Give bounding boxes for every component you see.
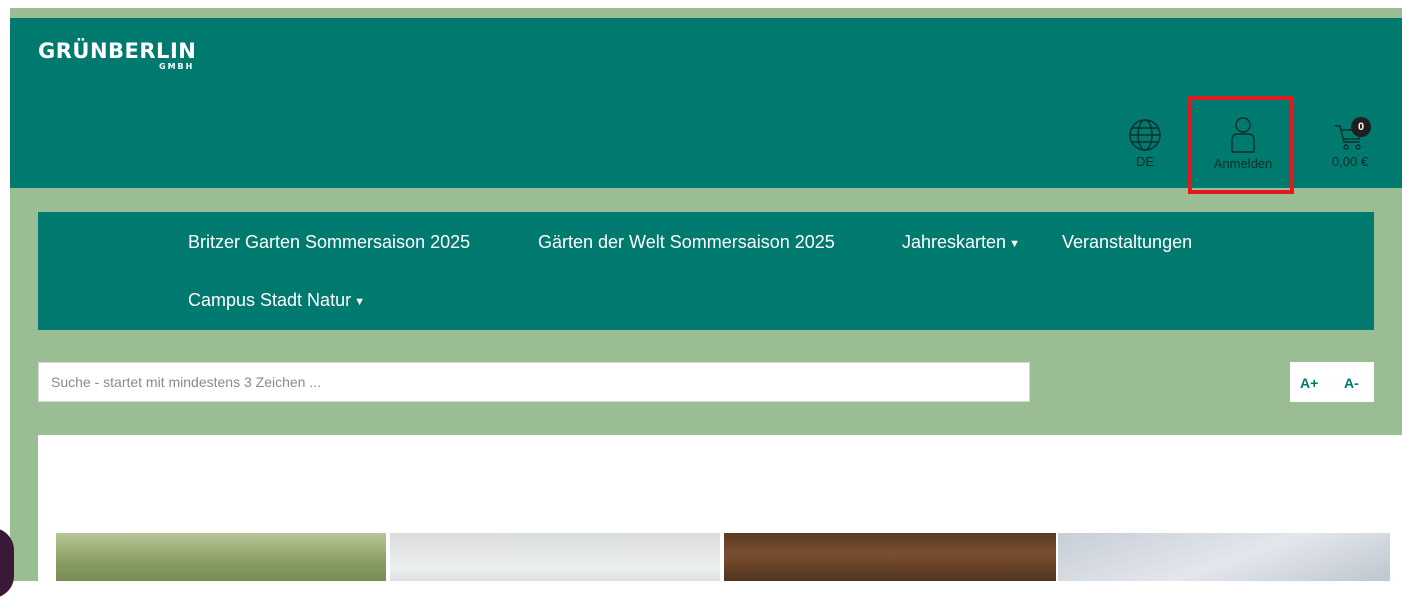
login-label: Anmelden <box>1213 156 1273 171</box>
teaser-image-pavilion[interactable] <box>724 533 1056 581</box>
login-button[interactable]: Anmelden <box>1190 116 1296 171</box>
brand-suffix: GMBH <box>159 62 195 71</box>
page-frame: GRÜNBERLIN GMBH DE Anmelden 0,00 € 0 Bri… <box>10 8 1402 581</box>
nav-item-campus-stadt-natur[interactable]: Campus Stadt Natur ▼ <box>188 290 365 311</box>
globe-icon <box>1120 118 1170 152</box>
nav-item-veranstaltungen[interactable]: Veranstaltungen <box>1062 232 1192 253</box>
teaser-image-sculpture[interactable] <box>1058 533 1390 581</box>
teaser-image-garden[interactable] <box>56 533 386 581</box>
nav-item-label: Britzer Garten Sommersaison 2025 <box>188 232 471 252</box>
cart-count-badge: 0 <box>1351 117 1371 137</box>
brand-name: GRÜNBERLIN <box>38 39 197 63</box>
main-navigation: Britzer Garten Sommersaison 2025 Gärten … <box>38 212 1374 330</box>
nav-item-label: Veranstaltungen <box>1062 232 1193 252</box>
site-header: GRÜNBERLIN GMBH DE Anmelden 0,00 € <box>10 18 1402 188</box>
teaser-image-fountain[interactable] <box>390 533 720 581</box>
top-strip <box>10 0 1402 8</box>
caret-down-icon: ▼ <box>1009 238 1020 250</box>
nav-item-label: Jahreskarten <box>902 232 1007 252</box>
language-label: DE <box>1135 154 1155 169</box>
font-size-controls: A+ A- <box>1290 362 1374 402</box>
user-icon <box>1190 116 1296 154</box>
cart-icon <box>1320 118 1380 152</box>
language-selector[interactable]: DE <box>1120 118 1170 169</box>
nav-item-label: Gärten der Welt Sommersaison 2025 <box>538 232 835 252</box>
nav-item-label: Campus Stadt Natur <box>188 290 352 310</box>
nav-item-jahreskarten[interactable]: Jahreskarten ▼ <box>902 232 1020 253</box>
content-panel <box>38 435 1402 581</box>
cart-total: 0,00 € <box>1331 154 1369 169</box>
cart-button[interactable]: 0,00 € <box>1320 118 1380 169</box>
search-input[interactable] <box>38 362 1030 402</box>
caret-down-icon: ▼ <box>354 296 365 308</box>
font-increase-button[interactable]: A+ <box>1300 375 1318 391</box>
nav-item-gaerten-der-welt[interactable]: Gärten der Welt Sommersaison 2025 <box>538 232 835 253</box>
brand-logo[interactable]: GRÜNBERLIN GMBH <box>38 40 196 71</box>
font-decrease-button[interactable]: A- <box>1344 375 1359 391</box>
nav-item-britzer-garten[interactable]: Britzer Garten Sommersaison 2025 <box>188 232 470 253</box>
